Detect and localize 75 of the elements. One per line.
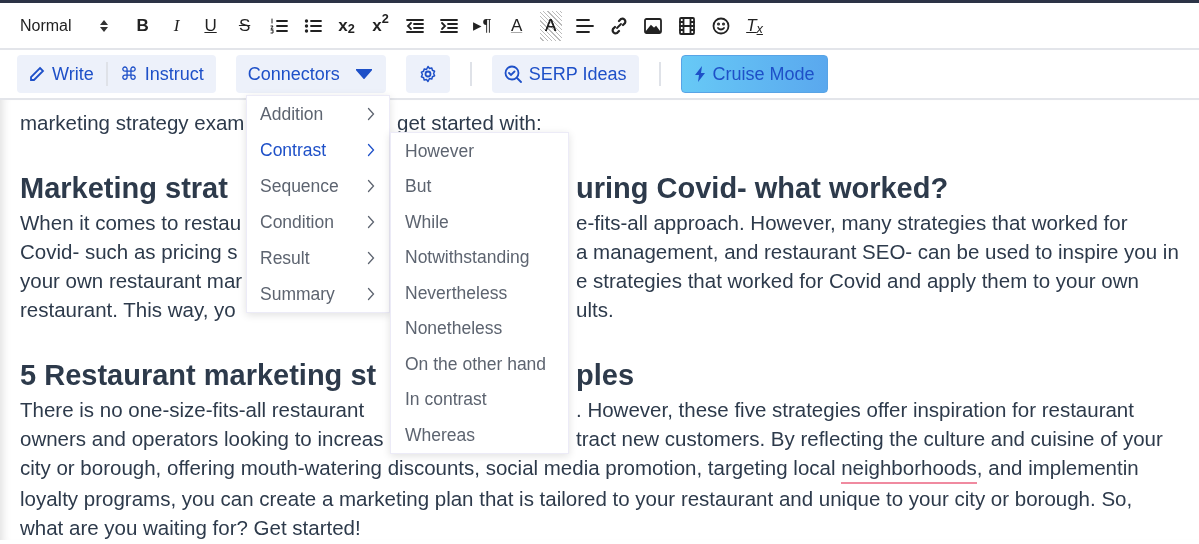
paragraph-line: e-fits-all approach. However, many strategies that worked for [576,210,1128,236]
menu-item[interactable]: Nonetheless [391,310,568,346]
lightning-icon [693,66,706,82]
menu-item[interactable]: Addition [247,96,389,132]
paragraph-line: owners and operators looking to increas [20,426,384,452]
menu-item[interactable]: But [391,168,568,204]
menu-item[interactable]: Notwithstanding [391,239,568,275]
paragraph-line: . However, these five strategies offer inspiration for restaurant [576,397,1134,423]
chevron-right-icon [367,179,375,193]
menu-item[interactable]: On the other hand [391,346,568,382]
align-left-icon [575,17,594,34]
paragraph-line: restaurant. This way, yo [20,297,236,323]
menu-item[interactable]: Nevertheless [391,275,568,311]
menu-item[interactable]: Summary [247,276,389,312]
settings-button[interactable] [405,55,450,93]
menu-item[interactable]: In contrast [391,381,568,417]
image-icon [643,17,662,34]
underline-button[interactable]: U [193,10,228,41]
text-direction-button[interactable]: ▸¶ [465,10,500,41]
settings-icon [418,65,437,83]
search-check-icon [503,65,522,83]
menu-item[interactable]: Result [247,240,389,276]
menu-item[interactable]: Condition [247,204,389,240]
connectors-dropdown[interactable]: Connectors [235,55,386,93]
paragraph-line: city or borough, offering mouth-watering discounts, social media promotion, targeting local [20,455,837,481]
strikethrough-button[interactable]: S [227,10,262,41]
chevron-right-icon [367,107,375,121]
updown-icon [99,18,108,33]
paragraph-line: , and implementin [976,455,1139,481]
write-button[interactable]: Write [17,55,106,93]
smiley-icon [711,16,730,35]
background-color-button[interactable]: A [539,10,562,41]
menu-item[interactable]: However [391,133,568,169]
paragraph-line: a management, and restaurant SEO- can be used to inspire you in [576,239,1179,265]
cruise-mode-button[interactable]: Cruise Mode [680,55,828,93]
paragraph-line: When it comes to restau [20,210,242,236]
heading-text: ples [576,358,635,393]
menu-item[interactable]: Contrast [247,132,389,168]
paragraph-line: e strategies that worked for Covid and apply them to your own [576,268,1139,294]
paragraph-line: what are you waiting for? Get started! [20,515,361,541]
chevron-right-icon [367,215,375,229]
chevron-right-icon [367,251,375,265]
paragraph-line: There is no one-size-fits-all restaurant [20,397,365,423]
paragraph-line: ults. [576,297,614,323]
caret-icon [355,69,372,79]
chevron-right-icon [367,143,375,157]
superscript-button[interactable]: x$^{2}$ [363,10,398,41]
chevron-right-icon [367,287,375,301]
link-icon [609,16,628,35]
ordered-list-icon [269,17,288,34]
bullet-list-icon [303,17,322,34]
style-select[interactable]: Normal [10,13,116,38]
menu-item[interactable]: Whereas [391,417,568,453]
heading-text: uring Covid- what worked? [576,171,949,206]
misspelled-word: neighborhoods [841,453,977,484]
serp-ideas-button[interactable]: SERP Ideas [491,55,639,93]
menu-item[interactable]: While [391,204,568,240]
bold-button[interactable]: B [125,10,160,41]
instruct-button[interactable]: ⌘ Instruct [107,55,216,93]
heading-text: Marketing strat [20,171,228,206]
paragraph-line: tract new customers. By reflecting the culture and cuisine of your [576,426,1163,452]
heading-text: 5 Restaurant marketing st [20,358,377,393]
subscript-button[interactable]: x$_{2}$ [329,10,364,41]
pencil-icon [29,66,45,82]
indent-icon [439,17,458,34]
clear-format-button[interactable]: T$_{x}$ [737,10,772,41]
paragraph-line: marketing strategy exam [20,110,245,136]
italic-button[interactable]: I [159,10,194,41]
text-color-button[interactable]: A [499,10,534,41]
paragraph-line: loyalty programs, you can create a marketing plan that is tailored to your restaurant and unique to your city or borough. So, [20,486,1133,512]
film-icon [678,16,695,35]
paragraph-line: Covid- such as pricing s [20,239,238,265]
outdent-icon [405,17,424,34]
paragraph-line: your own restaurant mar [20,268,243,294]
menu-item[interactable]: Sequence [247,168,389,204]
